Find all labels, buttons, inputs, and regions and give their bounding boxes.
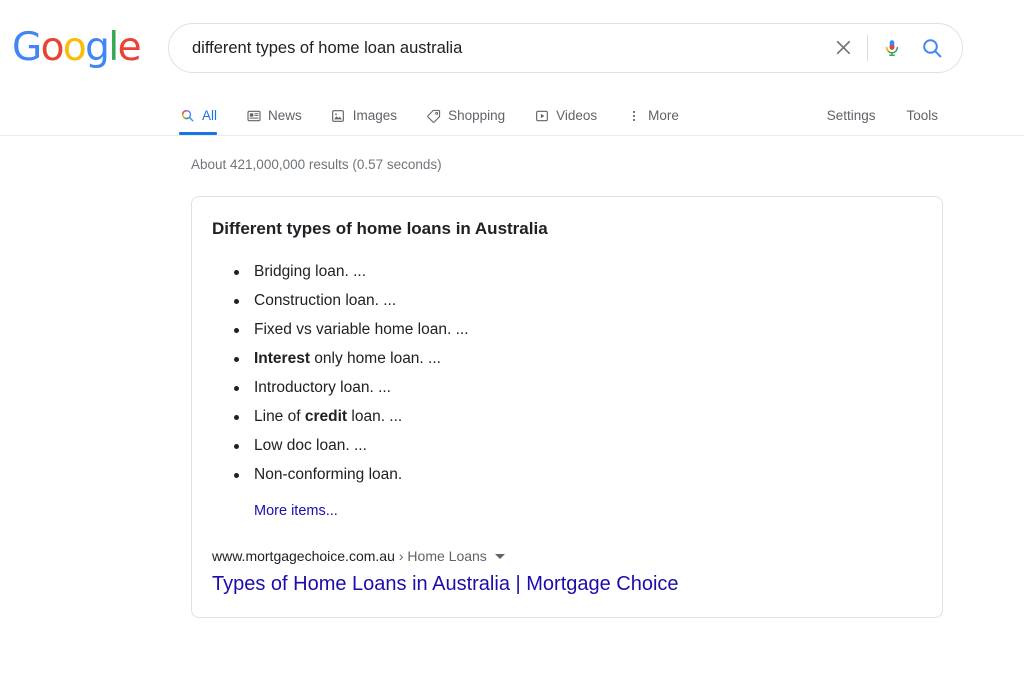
tools-button[interactable]: Tools [906, 108, 938, 123]
result-source-line: www.mortgagechoice.com.au › Home Loans [212, 546, 922, 566]
tab-videos[interactable]: Videos [533, 96, 597, 135]
featured-snippet-title: Different types of home loans in Austral… [212, 219, 548, 238]
tab-label: More [648, 108, 679, 123]
list-item: Fixed vs variable home loan. ... [234, 315, 922, 344]
close-icon [836, 40, 851, 55]
active-tab-underline [179, 132, 218, 135]
google-logo[interactable]: Google [12, 25, 142, 70]
search-icon [179, 107, 196, 124]
chevron-down-icon[interactable] [494, 553, 505, 559]
tab-label: All [202, 108, 218, 123]
search-nav: All News Images Shopping Videos More Set… [0, 96, 1024, 136]
logo-letter: e [117, 25, 142, 70]
tab-news[interactable]: News [245, 96, 302, 135]
featured-snippet-list: Bridging loan. ... Construction loan. ..… [212, 257, 922, 489]
list-item: Introductory loan. ... [234, 373, 922, 402]
search-box[interactable] [168, 23, 963, 73]
search-nav-tabs: All News Images Shopping Videos More [179, 96, 707, 135]
settings-button[interactable]: Settings [827, 108, 876, 123]
item-pre: Line of [254, 408, 305, 425]
more-vertical-icon [625, 107, 642, 124]
logo-letter: g [85, 25, 110, 70]
logo-letter: o [62, 25, 87, 70]
item-post: Construction loan. ... [254, 292, 397, 309]
tab-shopping[interactable]: Shopping [425, 96, 505, 135]
tab-label: News [268, 108, 302, 123]
list-item: Line of credit loan. ... [234, 402, 922, 431]
voice-search-button[interactable] [872, 28, 912, 68]
logo-letter: o [40, 25, 65, 70]
item-bold: credit [304, 408, 348, 425]
result-domain: www.mortgagechoice.com.au [212, 548, 395, 564]
video-icon [533, 107, 550, 124]
list-item: Interest only home loan. ... [234, 344, 922, 373]
logo-letter: l [108, 25, 119, 70]
tag-icon [425, 107, 442, 124]
microphone-icon [885, 40, 899, 56]
item-post: Fixed vs variable home loan. ... [254, 321, 469, 338]
search-submit-button[interactable] [912, 28, 952, 68]
item-post: loan. ... [347, 408, 403, 425]
item-post: Low doc loan. ... [254, 437, 367, 454]
image-icon [330, 107, 347, 124]
list-item: Bridging loan. ... [234, 257, 922, 286]
search-icon [923, 39, 942, 58]
tab-label: Shopping [448, 108, 506, 123]
item-post: Introductory loan. ... [254, 379, 391, 396]
news-icon [245, 107, 262, 124]
more-items-link[interactable]: More items... [254, 503, 338, 519]
list-item: Construction loan. ... [234, 286, 922, 315]
list-item: Low doc loan. ... [234, 431, 922, 460]
item-post: Bridging loan. ... [254, 263, 367, 280]
item-bold: Interest [254, 350, 310, 367]
search-header: Google different types of home loan aust… [0, 0, 1024, 136]
search-input[interactable] [169, 31, 823, 65]
result-title-link[interactable]: Types of Home Loans in Australia | Mortg… [212, 571, 922, 597]
result-stats: About 421,000,000 results (0.57 seconds) [191, 157, 442, 172]
item-post: Non-conforming loan. [254, 466, 403, 483]
list-item: Non-conforming loan. [234, 460, 922, 489]
search-divider [867, 35, 868, 61]
search-nav-tools: Settings Tools [796, 96, 1024, 135]
tab-label: Images [352, 108, 398, 123]
tab-all[interactable]: All [179, 96, 218, 135]
item-post: only home loan. ... [310, 350, 441, 367]
tab-label: Videos [556, 108, 598, 123]
clear-search-button[interactable] [823, 28, 863, 68]
tab-more[interactable]: More [625, 96, 679, 135]
result-breadcrumb: › Home Loans [398, 548, 487, 564]
featured-snippet-card: Different types of home loans in Austral… [191, 196, 943, 618]
tab-images[interactable]: Images [330, 96, 397, 135]
logo-letter: G [12, 25, 42, 70]
